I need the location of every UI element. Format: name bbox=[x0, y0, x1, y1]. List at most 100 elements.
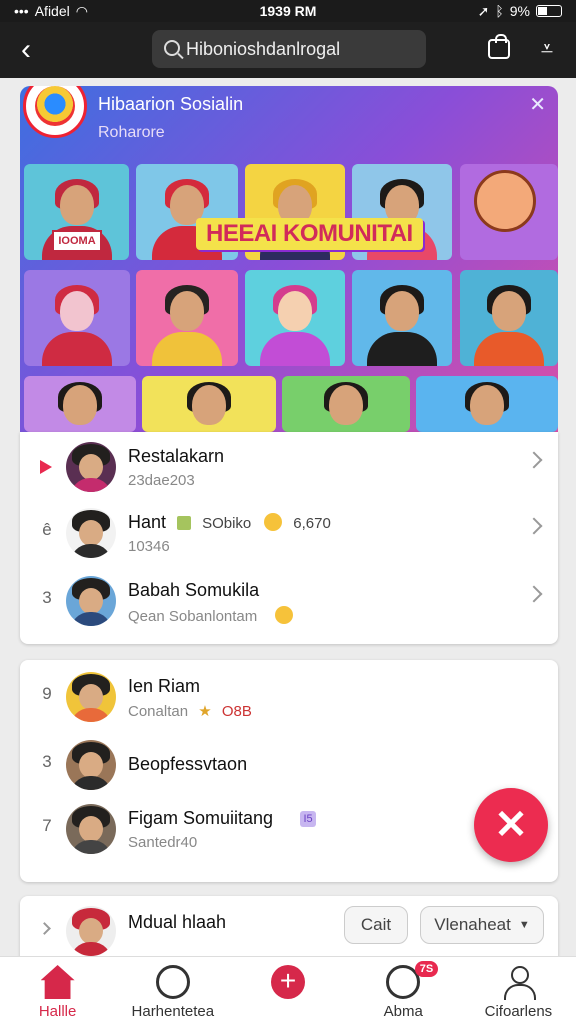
community-banner[interactable]: IOOMA Hibaarion Sosialin Roharore ✕ HEEA bbox=[20, 86, 558, 432]
avatar bbox=[66, 906, 116, 956]
ranking-list-card: Restalakarn 23dae203 ê Hant SObiko 6,670… bbox=[20, 432, 558, 644]
wifi-icon: ◠ bbox=[75, 2, 88, 19]
bluetooth-icon: ᛒ bbox=[495, 3, 504, 19]
item-name-text: Hant bbox=[128, 512, 167, 532]
ranking-list-card: 9 Ien Riam Conaltan ★ O8B 3 Beopfessvtao… bbox=[20, 660, 558, 882]
emoji-icon bbox=[264, 513, 283, 531]
list-item[interactable]: Restalakarn 23dae203 bbox=[20, 434, 558, 500]
close-icon[interactable]: ✕ bbox=[529, 92, 546, 117]
chevron-right-icon bbox=[38, 922, 51, 935]
person-icon bbox=[501, 965, 537, 1000]
app-header: ‹ Hibonioshdanlrogal ⩡ bbox=[0, 22, 576, 78]
signal-icon: ••• bbox=[14, 3, 29, 19]
avatar bbox=[66, 442, 116, 492]
banner-tile bbox=[24, 376, 136, 432]
item-subtitle: 23dae203 bbox=[128, 472, 195, 489]
status-bar: ••• Afidel ◠ 1939 RM ➚ ᛒ 9% bbox=[0, 0, 576, 22]
rank-number: 3 bbox=[42, 752, 52, 771]
banner-tile bbox=[416, 376, 558, 432]
nav-label: Abma bbox=[383, 1003, 423, 1020]
download-button[interactable]: ⩡ bbox=[532, 34, 562, 64]
banner-headline: HEEAI KOMUNITAI bbox=[196, 218, 423, 250]
list-item[interactable]: ê Hant SObiko 6,670 10346 bbox=[20, 500, 558, 566]
banner-tile bbox=[136, 270, 238, 366]
banner-tile bbox=[352, 270, 452, 366]
chevron-right-icon bbox=[525, 451, 543, 469]
rank-number: ê bbox=[42, 520, 52, 539]
avatar bbox=[66, 508, 116, 558]
bottom-navigation: Hallle Harhentetea + 7S Abma Cifoarlens bbox=[0, 956, 576, 1024]
item-extra: O8B bbox=[221, 703, 252, 720]
battery-percent: 9% bbox=[509, 3, 530, 19]
chevron-left-icon: ‹ bbox=[21, 33, 31, 66]
avatar bbox=[66, 804, 116, 854]
item-count: 6,670 bbox=[293, 515, 331, 532]
banner-tile bbox=[282, 376, 410, 432]
bag-button[interactable] bbox=[484, 34, 514, 64]
nav-create[interactable]: + bbox=[230, 957, 345, 1024]
item-subtitle: Conaltan ★ O8B bbox=[128, 702, 252, 720]
search-icon bbox=[164, 40, 180, 56]
avatar bbox=[66, 576, 116, 626]
filter-button[interactable]: Cait bbox=[344, 906, 408, 944]
chevron-down-icon: ▼ bbox=[518, 919, 530, 931]
grid-icon bbox=[177, 516, 192, 530]
item-name: Beopfessvtaon bbox=[128, 754, 248, 774]
item-name: Ien Riam bbox=[128, 676, 201, 696]
nav-label: Cifoarlens bbox=[484, 1003, 553, 1020]
nav-label: Hallle bbox=[38, 1003, 77, 1020]
nav-explore[interactable]: Harhentetea bbox=[115, 957, 230, 1024]
tile-sign: IOOMA bbox=[52, 230, 102, 252]
avatar bbox=[66, 740, 116, 790]
banner-tile bbox=[24, 270, 130, 366]
close-fab-button[interactable]: ✕ bbox=[474, 788, 548, 862]
item-name-text: Figam Somuiitang bbox=[128, 808, 274, 828]
location-icon: ➚ bbox=[477, 2, 490, 19]
list-item[interactable]: 9 Ien Riam Conaltan ★ O8B bbox=[20, 664, 558, 730]
item-name: Hant SObiko 6,670 bbox=[128, 512, 331, 533]
banner-tile: IOOMA bbox=[24, 164, 129, 260]
sort-dropdown[interactable]: Vlenaheat ▼ bbox=[420, 906, 544, 944]
list-item[interactable]: 3 Babah Somukila Qean Sobanlontam bbox=[20, 568, 558, 634]
list-item[interactable]: 3 Beopfessvtaon bbox=[20, 732, 558, 798]
carrier-label: Afidel bbox=[34, 3, 70, 19]
avatar bbox=[66, 672, 116, 722]
notification-badge: 7S bbox=[414, 961, 439, 977]
item-name: Figam Somuiitang I5 bbox=[128, 808, 317, 829]
banner-subtitle: Roharore bbox=[98, 124, 165, 141]
item-name: Restalakarn bbox=[128, 446, 225, 466]
play-icon bbox=[40, 460, 52, 474]
back-button[interactable]: ‹ bbox=[4, 28, 48, 72]
banner-tile bbox=[460, 270, 558, 366]
community-logo bbox=[23, 86, 87, 138]
nav-label: Harhentetea bbox=[131, 1003, 215, 1020]
battery-icon bbox=[536, 5, 562, 17]
rank-number: 3 bbox=[42, 588, 52, 607]
nav-notifications[interactable]: 7S Abma bbox=[346, 957, 461, 1024]
item-badge: I5 bbox=[300, 811, 317, 827]
nav-home[interactable]: Hallle bbox=[0, 957, 115, 1024]
rank-number: 9 bbox=[42, 684, 52, 703]
sort-dropdown-label: Vlenaheat bbox=[434, 915, 511, 934]
item-subtitle-text: Qean Sobanlontam bbox=[128, 608, 258, 625]
item-subtitle: Qean Sobanlontam bbox=[128, 606, 294, 625]
close-icon: ✕ bbox=[494, 803, 528, 847]
item-tag: SObiko bbox=[202, 515, 252, 532]
item-name: Babah Somukila bbox=[128, 580, 260, 600]
shopping-bag-icon bbox=[488, 34, 510, 59]
search-text: Hibonioshdanlrogal bbox=[186, 38, 341, 59]
banner-tile bbox=[460, 164, 558, 260]
banner-tile bbox=[245, 270, 345, 366]
nav-profile[interactable]: Cifoarlens bbox=[461, 957, 576, 1024]
plus-icon: + bbox=[271, 965, 305, 999]
rank-number: 7 bbox=[42, 816, 52, 835]
home-icon bbox=[40, 965, 75, 999]
star-icon: ★ bbox=[198, 703, 212, 720]
chevron-right-icon bbox=[525, 517, 543, 535]
banner-title: Hibaarion Sosialin bbox=[98, 94, 244, 114]
chevron-right-icon bbox=[525, 585, 543, 603]
emoji-icon bbox=[275, 606, 294, 624]
search-field[interactable]: Hibonioshdanlrogal bbox=[152, 30, 426, 68]
item-subtitle-text: Conaltan bbox=[128, 703, 189, 720]
at-icon bbox=[155, 965, 190, 999]
